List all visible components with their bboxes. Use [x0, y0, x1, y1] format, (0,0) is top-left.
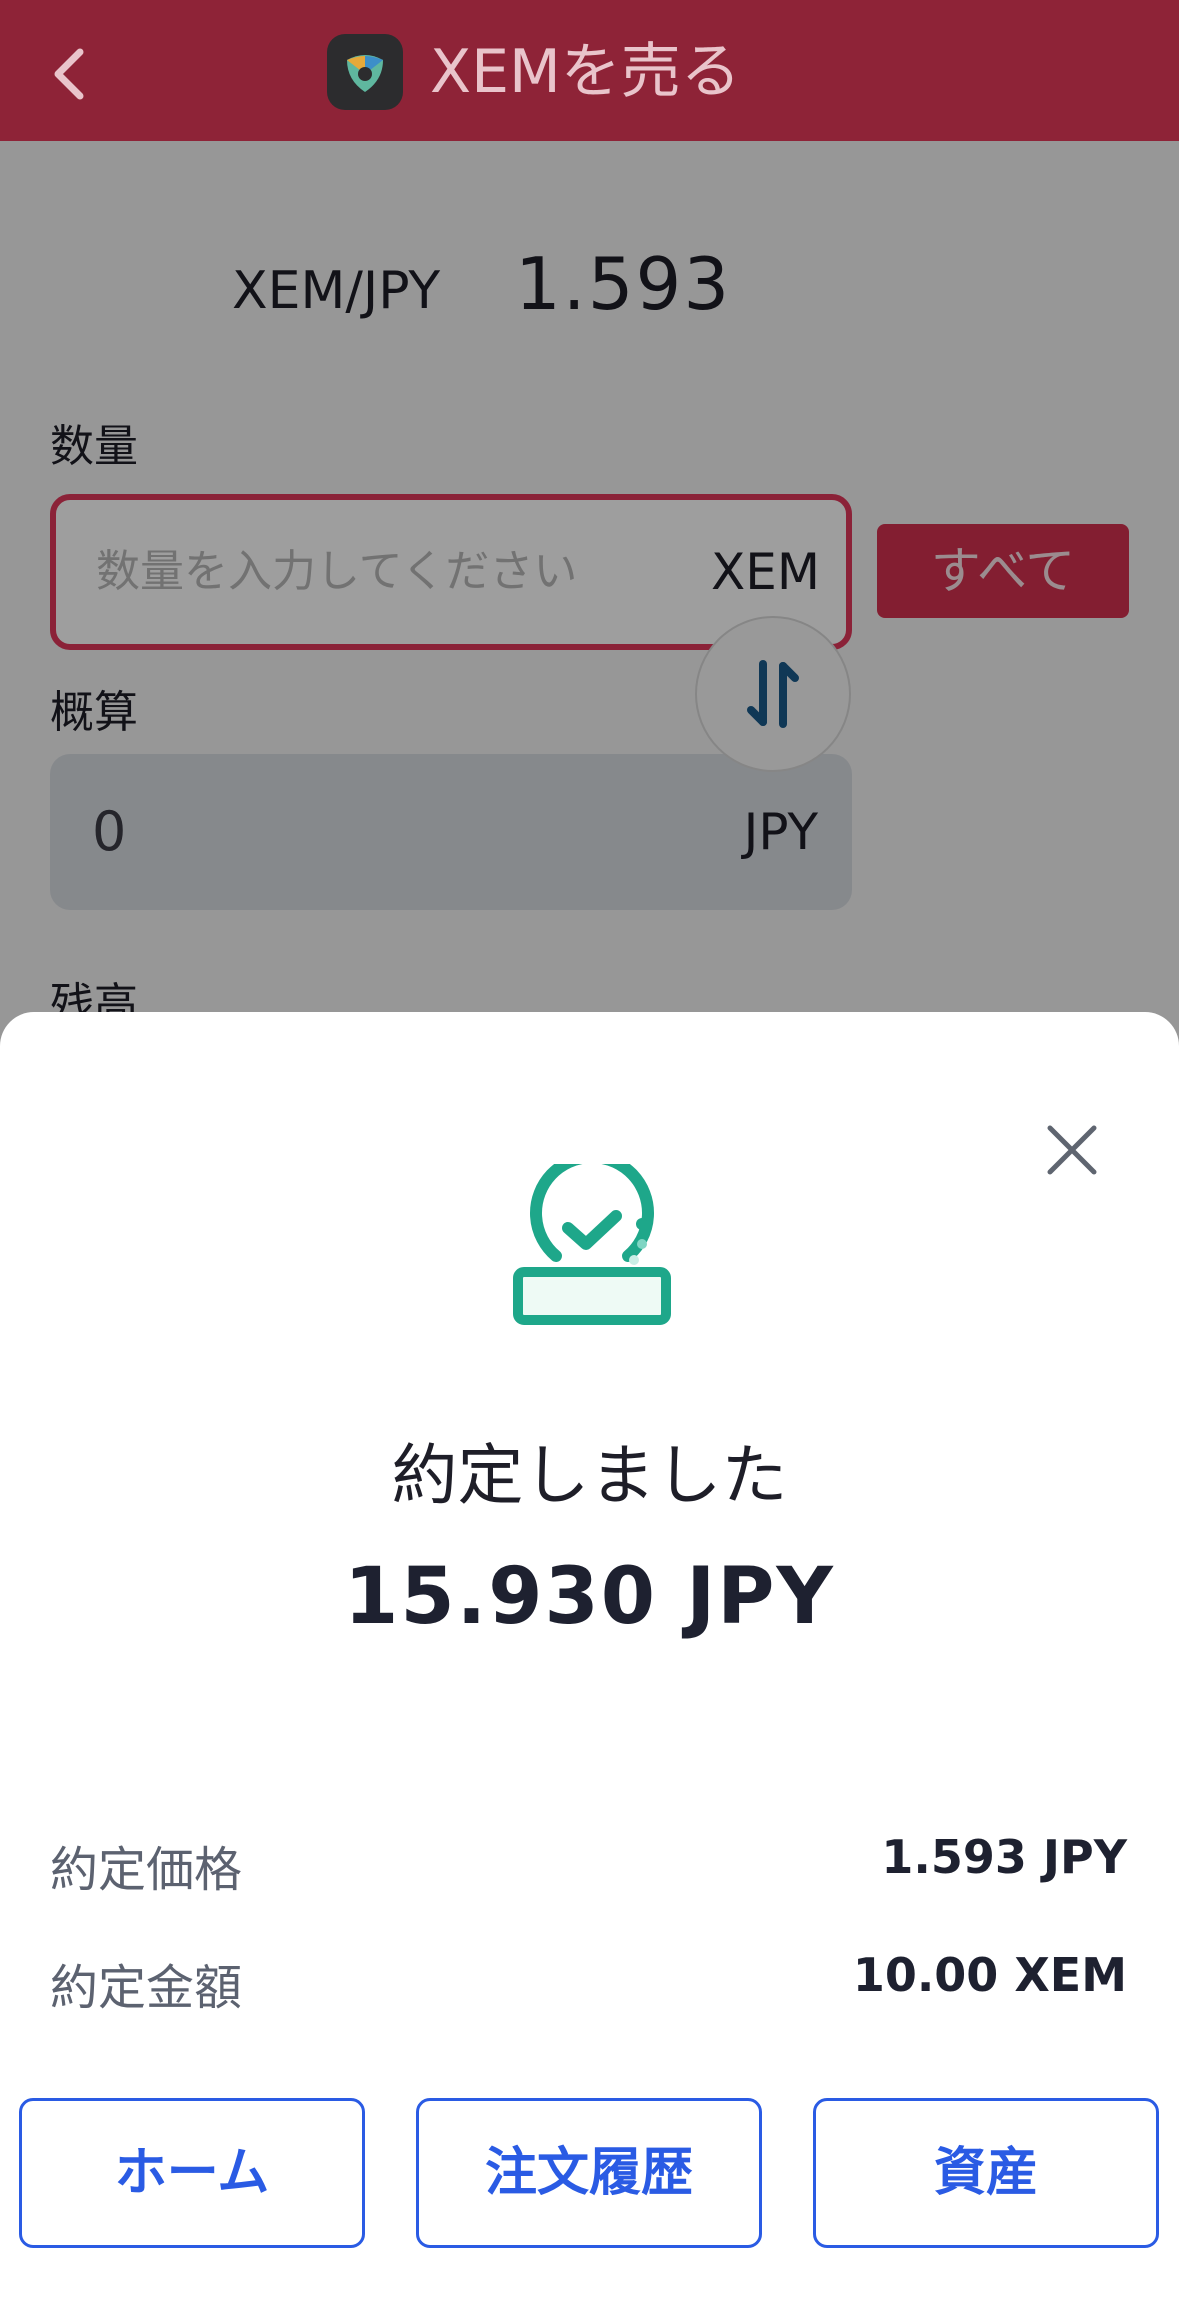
assets-button[interactable]: 資産: [813, 2098, 1159, 2248]
back-button[interactable]: [40, 30, 100, 110]
order-history-button[interactable]: 注文履歴: [416, 2098, 762, 2248]
execution-price-value: 1.593 JPY: [881, 1830, 1127, 1884]
execution-amount-label: 約定金額: [50, 1960, 243, 2016]
stamp-check-icon: [513, 1164, 671, 1325]
nem-logo-icon: [327, 34, 403, 110]
app-header: XEMを売る: [0, 0, 1179, 141]
close-button[interactable]: [1040, 1118, 1104, 1182]
result-amount: 15.930 JPY: [344, 1552, 835, 1642]
execution-price-label: 約定価格: [50, 1842, 243, 1898]
home-button[interactable]: ホーム: [19, 2098, 365, 2248]
close-icon: [1047, 1125, 1097, 1175]
chevron-left-icon: [54, 48, 84, 100]
page-title: XEMを売る: [430, 37, 741, 107]
result-title: 約定しました: [391, 1437, 788, 1514]
trade-screen: XEMを売る XEM/JPY 1.593 数量 数量を入力してください XEM …: [0, 0, 1179, 2317]
result-sheet: 約定しました 15.930 JPY 約定価格 1.593 JPY 約定金額 10…: [0, 1012, 1179, 2317]
execution-amount-value: 10.00 XEM: [852, 1948, 1127, 2002]
